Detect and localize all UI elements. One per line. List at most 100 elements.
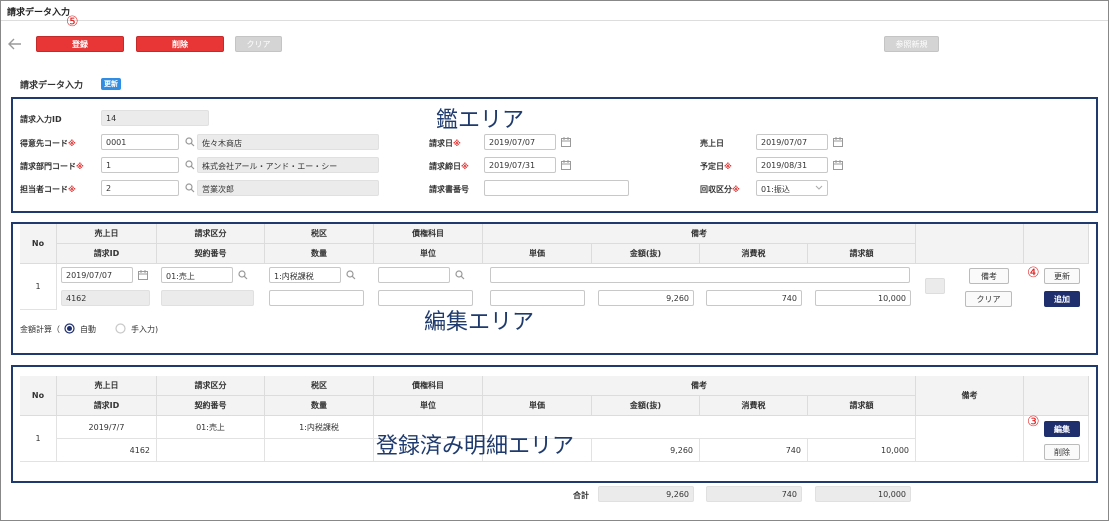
edit-sales-date-input[interactable]: 2019/07/07 [61, 267, 133, 283]
reg-row-no: 1 [20, 416, 57, 462]
reference-new-button[interactable]: 参照新規 [884, 36, 939, 52]
search-icon[interactable] [238, 270, 248, 280]
reg-col-unit: 単位 [374, 396, 483, 416]
due-date-input[interactable]: 2019/08/31 [756, 157, 828, 173]
dept-name-field: 株式会社アール・アンド・エー・シー [197, 157, 379, 173]
calc-label: 金額計算（ [20, 325, 60, 334]
billing-id-label: 請求入力ID [20, 115, 62, 124]
total-label: 合計 [573, 491, 589, 500]
edit-remarks-input[interactable] [490, 267, 910, 283]
reg-col-billing-id: 請求ID [57, 396, 157, 416]
calendar-icon[interactable] [561, 137, 571, 147]
add-button[interactable]: 追加 [1044, 291, 1080, 307]
col-billing-id: 請求ID [57, 244, 157, 264]
edit-account-input[interactable] [378, 267, 450, 283]
window-title: 請求データ入力 [1, 1, 1108, 21]
dept-code-input[interactable]: 1 [101, 157, 179, 173]
col-tax-amount: 消費税 [700, 244, 808, 264]
reg-col-amount: 金額(抜) [592, 396, 700, 416]
customer-code-input[interactable]: 0001 [101, 134, 179, 150]
edit-quantity-input[interactable] [269, 290, 364, 306]
reg-col-tax-amount: 消費税 [700, 396, 808, 416]
col-sales-date: 売上日 [57, 224, 157, 244]
status-badge: 更新 [101, 78, 121, 90]
reg-row-billing-id: 4162 [57, 439, 157, 462]
reg-row-quantity [265, 439, 374, 462]
manual-radio[interactable] [115, 323, 126, 334]
header-area-label: 鑑エリア [436, 108, 525, 133]
edit-checkbox[interactable] [925, 278, 945, 294]
register-button[interactable]: 登録 [36, 36, 124, 52]
reg-col-tax: 税区 [265, 376, 374, 396]
edit-tax-input[interactable]: 1:内税課税 [269, 267, 341, 283]
search-icon[interactable] [455, 270, 465, 280]
edit-tax-amount-input[interactable]: 740 [706, 290, 802, 306]
marker-3: ③ [1027, 414, 1040, 430]
update-button[interactable]: 更新 [1044, 268, 1080, 284]
calendar-icon[interactable] [138, 270, 148, 280]
total-tax: 740 [706, 486, 802, 502]
clear-button[interactable]: クリア [235, 36, 282, 52]
reg-col-sales-date: 売上日 [57, 376, 157, 396]
row-clear-button[interactable]: クリア [965, 291, 1012, 307]
edit-billing-id-field: 4162 [61, 290, 150, 306]
row-no: 1 [20, 264, 57, 310]
sales-date-label: 売上日 [700, 139, 724, 148]
registered-area-label: 登録済み明細エリア [376, 434, 575, 459]
search-icon[interactable] [185, 137, 195, 147]
staff-code-label: 担当者コード※ [20, 185, 76, 194]
col-account: 債権科目 [374, 224, 483, 244]
reg-row-amount: 9,260 [592, 439, 700, 462]
customer-name-field: 佐々木商店 [197, 134, 379, 150]
row-delete-button[interactable]: 削除 [1044, 444, 1080, 460]
marker-4: ④ [1027, 265, 1040, 281]
billing-id-field: 14 [101, 110, 209, 126]
reg-row-sales-date: 2019/7/7 [57, 416, 157, 439]
staff-code-input[interactable]: 2 [101, 180, 179, 196]
edit-total-input[interactable]: 10,000 [815, 290, 911, 306]
auto-radio[interactable] [64, 323, 75, 334]
total-sum: 10,000 [815, 486, 911, 502]
auto-radio-label: 自動 [80, 325, 96, 334]
remarks-button[interactable]: 備考 [969, 268, 1009, 284]
chevron-down-icon [815, 185, 823, 190]
dept-code-label: 請求部門コード※ [20, 162, 84, 171]
calendar-icon[interactable] [833, 137, 843, 147]
reg-row-total: 10,000 [808, 439, 916, 462]
reg-row-tax-amount: 740 [700, 439, 808, 462]
sales-date-input[interactable]: 2019/07/07 [756, 134, 828, 150]
closing-date-input[interactable]: 2019/07/31 [484, 157, 556, 173]
due-date-label: 予定日※ [700, 162, 732, 171]
col-actions [1024, 224, 1089, 264]
edit-billing-type-input[interactable]: 01:売上 [161, 267, 233, 283]
edit-contract-no-field [161, 290, 254, 306]
reg-col-no: No [20, 376, 57, 416]
search-icon[interactable] [185, 183, 195, 193]
col-no: No [20, 224, 57, 264]
reg-col-unit-price: 単価 [483, 396, 592, 416]
billing-date-input[interactable]: 2019/07/07 [484, 134, 556, 150]
col-billing-type: 請求区分 [157, 224, 265, 244]
back-arrow-icon[interactable] [8, 38, 22, 50]
reg-row-remarks-2 [916, 416, 1024, 462]
delete-button[interactable]: 削除 [136, 36, 224, 52]
reg-col-billing-type: 請求区分 [157, 376, 265, 396]
col-unit: 単位 [374, 244, 483, 264]
calendar-icon[interactable] [561, 160, 571, 170]
staff-name-field: 営業次郎 [197, 180, 379, 196]
reg-col-remarks: 備考 [483, 376, 916, 396]
calendar-icon[interactable] [833, 160, 843, 170]
edit-button[interactable]: 編集 [1044, 421, 1080, 437]
reg-col-remarks-2: 備考 [916, 376, 1024, 416]
customer-code-label: 得意先コード※ [20, 139, 76, 148]
reg-row-billing-type: 01:売上 [157, 416, 265, 439]
doc-number-input[interactable] [484, 180, 629, 196]
marker-5: ⑤ [66, 14, 79, 30]
collection-type-label: 回収区分※ [700, 185, 740, 194]
edit-amount-input[interactable]: 9,260 [598, 290, 694, 306]
search-icon[interactable] [185, 160, 195, 170]
search-icon[interactable] [346, 270, 356, 280]
col-tax: 税区 [265, 224, 374, 244]
reg-col-quantity: 数量 [265, 396, 374, 416]
col-remarks: 備考 [483, 224, 916, 244]
